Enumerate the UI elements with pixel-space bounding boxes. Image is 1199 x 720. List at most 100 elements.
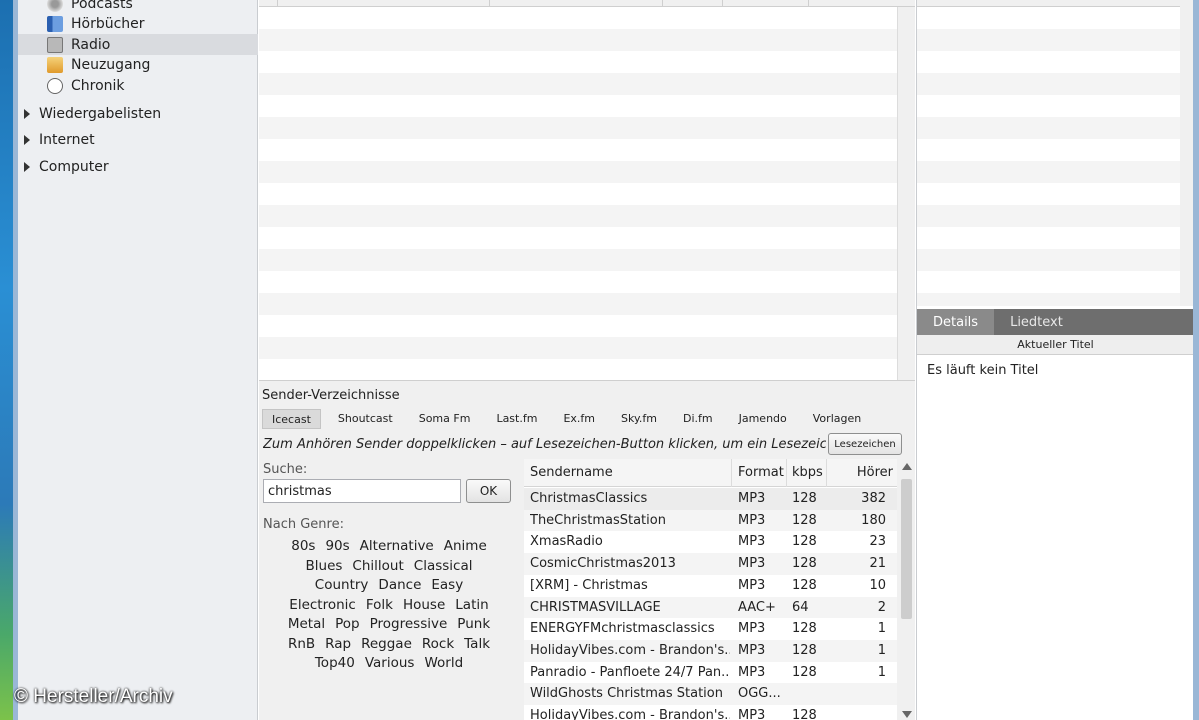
genre-link[interactable]: House <box>403 596 445 616</box>
table-row[interactable]: ChristmasClassics MP3 128 382 <box>524 488 897 510</box>
context-list[interactable] <box>917 0 1180 306</box>
playlist-row <box>259 293 897 315</box>
genre-link[interactable]: Folk <box>366 596 393 616</box>
genre-link[interactable]: Rock <box>422 635 454 655</box>
genre-link[interactable]: Latin <box>455 596 488 616</box>
genre-link[interactable]: Talk <box>464 635 490 655</box>
genre-link[interactable]: Anime <box>444 537 487 557</box>
sidebar: Podcasts Hörbücher Radio Neuzugang Chron… <box>18 0 258 720</box>
genre-row: Metal Pop Progressive Punk <box>269 615 509 635</box>
sidebar-item-podcasts[interactable]: Podcasts <box>18 0 258 14</box>
tab-skyfm[interactable]: Sky.fm <box>612 409 666 429</box>
scroll-down-icon[interactable] <box>902 711 912 718</box>
genre-link[interactable]: Country <box>315 576 369 596</box>
context-row <box>917 249 1180 271</box>
cell-name: HolidayVibes.com - Brandon's... <box>530 708 730 720</box>
playlist-scrollbar[interactable] <box>897 7 915 380</box>
cell-kbps: 128 <box>792 577 817 593</box>
context-row <box>917 73 1180 95</box>
genre-link[interactable]: Easy <box>431 576 463 596</box>
tab-shoutcast[interactable]: Shoutcast <box>329 409 402 429</box>
column-header-format[interactable]: Format <box>732 459 787 487</box>
sidebar-item-neuzugang[interactable]: Neuzugang <box>18 54 258 75</box>
column-divider[interactable] <box>277 0 278 7</box>
table-row[interactable]: CosmicChristmas2013 MP3 128 21 <box>524 553 897 575</box>
current-title-header: Aktueller Titel <box>917 335 1194 355</box>
station-scrollbar[interactable] <box>898 459 915 720</box>
cell-name: CosmicChristmas2013 <box>530 556 676 572</box>
info-tabs: Details Liedtext <box>917 309 1194 335</box>
playlist-row <box>259 29 897 51</box>
column-header-kbps[interactable]: kbps <box>787 459 827 487</box>
genre-link[interactable]: Punk <box>457 615 490 635</box>
playlist-area[interactable] <box>259 0 897 380</box>
sidebar-item-label: Chronik <box>71 77 125 94</box>
genre-link[interactable]: Various <box>365 654 415 674</box>
column-divider[interactable] <box>808 0 809 7</box>
genre-link[interactable]: Electronic <box>289 596 356 616</box>
genre-link[interactable]: Progressive <box>370 615 448 635</box>
search-input[interactable] <box>263 479 461 503</box>
tab-exfm[interactable]: Ex.fm <box>554 409 604 429</box>
expand-arrow-icon[interactable] <box>24 135 30 145</box>
new-music-icon <box>47 56 63 73</box>
sidebar-item-label: Radio <box>71 36 111 53</box>
table-row[interactable]: CHRISTMASVILLAGE AAC+ 64 2 <box>524 596 897 619</box>
sidebar-group-computer[interactable]: Computer <box>18 156 258 178</box>
playlist-header[interactable] <box>259 0 915 7</box>
bookmark-button[interactable]: Lesezeichen <box>828 433 902 455</box>
context-scrollbar[interactable] <box>1180 0 1194 306</box>
tab-difm[interactable]: Di.fm <box>674 409 722 429</box>
genre-link[interactable]: World <box>424 654 463 674</box>
context-header[interactable] <box>917 0 1180 7</box>
search-ok-button[interactable]: OK <box>466 479 511 503</box>
sidebar-item-radio[interactable]: Radio <box>18 34 258 55</box>
column-divider[interactable] <box>722 0 723 7</box>
tab-liedtext[interactable]: Liedtext <box>994 309 1079 335</box>
table-row[interactable]: HolidayVibes.com - Brandon's... MP3 128 <box>524 705 897 720</box>
genre-row: 80s 90s Alternative Anime <box>269 537 509 557</box>
genre-link[interactable]: 90s <box>325 537 349 557</box>
table-row[interactable]: TheChristmasStation MP3 128 180 <box>524 509 897 532</box>
tab-vorlagen[interactable]: Vorlagen <box>804 409 870 429</box>
genre-link[interactable]: Dance <box>378 576 421 596</box>
column-header-listeners[interactable]: Hörer <box>827 459 897 487</box>
column-divider[interactable] <box>662 0 663 7</box>
cell-name: WildGhosts Christmas Station <box>530 686 723 702</box>
genre-link[interactable]: Blues <box>306 557 343 577</box>
sidebar-group-internet[interactable]: Internet <box>18 129 258 151</box>
table-row[interactable]: Panradio - Panfloete 24/7 Pan... MP3 128 1 <box>524 662 897 684</box>
tab-somafm[interactable]: Soma Fm <box>410 409 480 429</box>
genre-link[interactable]: Rap <box>325 635 351 655</box>
sidebar-group-wiedergabelisten[interactable]: Wiedergabelisten <box>18 103 258 125</box>
genre-link[interactable]: 80s <box>291 537 315 557</box>
table-row[interactable]: ENERGYFMchristmasclassics MP3 128 1 <box>524 618 897 640</box>
tab-icecast[interactable]: Icecast <box>262 409 321 429</box>
genre-link[interactable]: Alternative <box>360 537 434 557</box>
expand-arrow-icon[interactable] <box>24 109 30 119</box>
table-row[interactable]: HolidayVibes.com - Brandon's... MP3 128 1 <box>524 639 897 662</box>
table-row[interactable]: XmasRadio MP3 128 23 <box>524 531 897 553</box>
genre-cloud: 80s 90s Alternative Anime Blues Chillout Class… <box>269 537 509 674</box>
scroll-up-icon[interactable] <box>902 463 912 470</box>
tab-lastfm[interactable]: Last.fm <box>487 409 546 429</box>
sidebar-item-hoerbuecher[interactable]: Hörbücher <box>18 13 258 34</box>
genre-link[interactable]: Reggae <box>361 635 412 655</box>
table-row[interactable]: WildGhosts Christmas Station OGG... <box>524 683 897 705</box>
column-header-name[interactable]: Sendername <box>524 459 732 487</box>
genre-link[interactable]: Chillout <box>352 557 403 577</box>
genre-link[interactable]: Classical <box>414 557 473 577</box>
cell-name: Panradio - Panfloete 24/7 Pan... <box>530 664 730 680</box>
sidebar-item-chronik[interactable]: Chronik <box>18 75 258 96</box>
genre-link[interactable]: Metal <box>288 615 325 635</box>
genre-link[interactable]: Top40 <box>315 654 355 674</box>
usage-hint: Zum Anhören Sender doppelklicken – auf L… <box>263 437 826 452</box>
tab-details[interactable]: Details <box>917 309 995 335</box>
scroll-thumb[interactable] <box>901 479 912 619</box>
tab-jamendo[interactable]: Jamendo <box>730 409 796 429</box>
genre-link[interactable]: Pop <box>335 615 360 635</box>
expand-arrow-icon[interactable] <box>24 162 30 172</box>
column-divider[interactable] <box>489 0 490 7</box>
table-row[interactable]: [XRM] - Christmas MP3 128 10 <box>524 575 897 597</box>
genre-link[interactable]: RnB <box>288 635 315 655</box>
